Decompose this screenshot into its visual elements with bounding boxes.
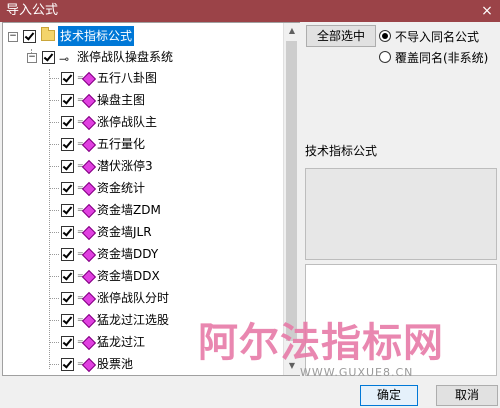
tree-item[interactable]: = 资金统计 [3, 178, 283, 198]
item-label[interactable]: 资金统计 [97, 178, 145, 198]
folder-icon [41, 27, 55, 41]
root-label[interactable]: 技术指标公式 [58, 26, 135, 46]
item-label[interactable]: 五行八卦图 [97, 68, 157, 88]
item-checkbox[interactable] [61, 160, 74, 173]
item-label[interactable]: 猛龙过江选股 [97, 310, 169, 330]
item-checkbox[interactable] [61, 358, 74, 371]
tree-item[interactable]: = 五行八卦图 [3, 68, 283, 88]
cancel-button[interactable]: 取消 [436, 385, 498, 406]
tree-item[interactable]: = 五行量化 [3, 134, 283, 154]
collapse-icon[interactable]: − [8, 32, 18, 42]
tree-item[interactable]: = 涨停战队主 [3, 112, 283, 132]
window-title: 导入公式 [6, 3, 59, 18]
item-label[interactable]: 资金墙JLR [97, 222, 152, 242]
item-label[interactable]: 资金墙DDY [97, 244, 158, 264]
tree-item[interactable]: = 操盘主图 [3, 90, 283, 110]
item-checkbox[interactable] [61, 248, 74, 261]
item-checkbox[interactable] [61, 94, 74, 107]
item-checkbox[interactable] [61, 204, 74, 217]
radio-no-import-label[interactable]: 不导入同名公式 [395, 28, 479, 45]
diamond-icon [81, 225, 97, 241]
root-checkbox[interactable] [23, 30, 36, 43]
item-checkbox[interactable] [61, 116, 74, 129]
tree-group-row[interactable]: − ⊸ 涨停战队操盘系统 [3, 47, 283, 67]
select-all-button[interactable]: 全部选中 [306, 25, 376, 47]
collapse-icon[interactable]: − [27, 53, 37, 63]
diamond-icon [81, 203, 97, 219]
item-checkbox[interactable] [61, 72, 74, 85]
tree-item[interactable]: = 资金墙DDY [3, 244, 283, 264]
diamond-icon [81, 159, 97, 175]
title-bar: 导入公式 × [0, 0, 500, 22]
tree-root-row[interactable]: − 技术指标公式 [3, 26, 283, 46]
diamond-icon [81, 247, 97, 263]
scroll-thumb[interactable] [286, 41, 297, 341]
tree-item[interactable]: = 资金墙ZDM [3, 200, 283, 220]
item-label[interactable]: 操盘主图 [97, 90, 145, 110]
diamond-icon [81, 269, 97, 285]
watermark-text: 阿尔法指标网 [198, 320, 444, 366]
detail-title: 技术指标公式 [305, 144, 378, 158]
radio-overwrite[interactable] [379, 51, 391, 63]
scroll-up-icon[interactable]: ▲ [287, 26, 297, 35]
item-label[interactable]: 五行量化 [97, 134, 145, 154]
item-label[interactable]: 涨停战队主 [97, 112, 157, 132]
diamond-icon [81, 357, 97, 373]
diamond-icon [81, 71, 97, 87]
formula-preview [305, 168, 497, 260]
ok-button[interactable]: 确定 [360, 385, 418, 406]
item-checkbox[interactable] [61, 138, 74, 151]
button-bar [0, 377, 500, 408]
diamond-icon [81, 93, 97, 109]
group-label[interactable]: 涨停战队操盘系统 [77, 47, 173, 67]
item-label[interactable]: 潜伏涨停3 [97, 156, 153, 176]
item-checkbox[interactable] [61, 336, 74, 349]
diamond-icon [81, 313, 97, 329]
close-icon[interactable]: × [480, 0, 494, 22]
item-label[interactable]: 猛龙过江 [97, 332, 145, 352]
group-checkbox[interactable] [42, 51, 55, 64]
tree-item[interactable]: = 资金墙JLR [3, 222, 283, 242]
item-checkbox[interactable] [61, 314, 74, 327]
tree-item[interactable]: = 潜伏涨停3 [3, 156, 283, 176]
radio-overwrite-label[interactable]: 覆盖同名(非系统) [395, 49, 488, 66]
item-label[interactable]: 资金墙DDX [97, 266, 160, 286]
item-checkbox[interactable] [61, 226, 74, 239]
diamond-icon [81, 181, 97, 197]
diamond-icon [81, 115, 97, 131]
item-label[interactable]: 涨停战队分时 [97, 288, 169, 308]
tree-item[interactable]: = 资金墙DDX [3, 266, 283, 286]
radio-no-import[interactable] [379, 30, 391, 42]
diamond-icon [81, 137, 97, 153]
key-icon: ⊸ [59, 52, 70, 66]
item-checkbox[interactable] [61, 270, 74, 283]
item-label[interactable]: 股票池 [97, 354, 133, 374]
item-label[interactable]: 资金墙ZDM [97, 200, 161, 220]
item-checkbox[interactable] [61, 292, 74, 305]
diamond-icon [81, 335, 97, 351]
tree-item[interactable]: = 涨停战队分时 [3, 288, 283, 308]
diamond-icon [81, 291, 97, 307]
item-checkbox[interactable] [61, 182, 74, 195]
